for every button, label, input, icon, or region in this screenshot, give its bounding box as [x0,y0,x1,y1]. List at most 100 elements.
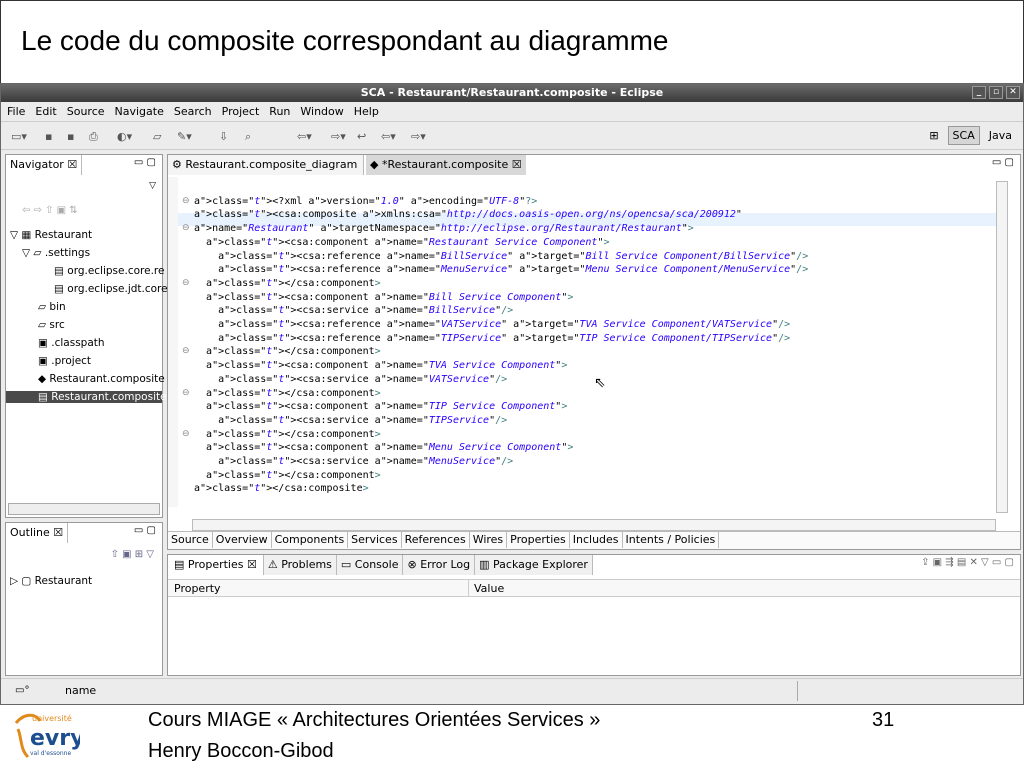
search-icon[interactable]: ⌕ [245,130,251,144]
tree-item-file[interactable]: ▤ org.eclipse.jdt.core [54,283,168,295]
tree-item-settings[interactable]: ▽ ▱ .settings [22,247,90,259]
menu-edit[interactable]: Edit [35,105,56,118]
minimize-panel-icon[interactable]: ▭ ▢ [134,157,156,168]
tab-error-log[interactable]: ⊗ Error Log [403,555,476,575]
tab-console[interactable]: ▭ Console [336,555,404,575]
outline-toolbar-icon[interactable]: ⇧ ▣ ⊞ ▽ [111,549,154,560]
view-menu-icon[interactable]: ▽ [149,181,156,191]
properties-panel: ▤ Properties ☒ ⚠ Problems ▭ Console ⊗ Er… [167,554,1021,676]
tree-item-project[interactable]: ▣ .project [38,355,91,367]
tab-package-explorer[interactable]: ▥ Package Explorer [475,555,593,575]
page-tab-properties[interactable]: Properties [507,532,570,548]
code-line: a">class="t"><csa:reference a">name="VAT… [218,319,791,331]
logo-top-text: université [32,713,72,723]
new-icon[interactable]: ▭▾ [11,130,27,143]
page-tab-components[interactable]: Components [272,532,349,548]
code-line: a">class="t"></csa:component> [206,469,381,481]
tree-item-composite-diagram[interactable]: ▤ Restaurant.composite [6,391,167,403]
nav-toolbar-icon[interactable]: ⇦ ⇨ ⇧ ▣ ⇅ [22,205,78,216]
save-all-icon[interactable]: ▪ [67,130,74,143]
code-line: a">class="t"><csa:component a">name="Bil… [206,291,574,303]
navigator-tab[interactable]: Navigator ☒ [6,155,83,175]
menu-project[interactable]: Project [222,105,260,118]
code-line: a">class="t"><csa:service a">name="TIPSe… [218,414,508,426]
outline-panel: Outline ☒ ▭ ▢ ⇧ ▣ ⊞ ▽ ▷ ▢ Restaurant [5,522,163,676]
page-tab-references[interactable]: References [402,532,470,548]
column-property[interactable]: Property [174,582,221,595]
properties-toolbar-icon[interactable]: ⇪ ▣ ⇶ ▤ ✕ ▽ ▭ ▢ [921,557,1014,568]
minimize-panel-icon[interactable]: ▭ ▢ [992,157,1014,168]
tab-problems[interactable]: ⚠ Problems [263,555,337,575]
fold-markers[interactable]: ⊖ ⊖ ⊖ ⊖ ⊖ ⊖ [182,181,190,441]
history-back-icon[interactable]: ↩ [357,130,366,143]
close-button[interactable]: ✕ [1006,86,1020,99]
code-line: a">class="t"></csa:component> [206,387,381,399]
tab-properties[interactable]: ▤ Properties ☒ [168,555,264,575]
run-icon[interactable]: ◐▾ [117,130,132,143]
print-icon[interactable]: ⎙ [89,130,98,144]
menu-file[interactable]: File [7,105,25,118]
menu-window[interactable]: Window [300,105,343,118]
save-icon[interactable]: ▪ [45,130,52,143]
editor-horizontal-scrollbar[interactable] [192,519,996,531]
footer-author: Henry Boccon-Gibod [148,740,334,762]
maximize-button[interactable]: ▫ [989,86,1003,99]
university-logo: université evry val d'essonne [10,709,84,765]
page-tab-wires[interactable]: Wires [470,532,508,548]
outline-item-restaurant[interactable]: ▷ ▢ Restaurant [10,575,92,587]
footer-course: Cours MIAGE « Architectures Orientées Se… [148,709,601,731]
open-folder-icon[interactable]: ▱ [153,130,161,143]
eclipse-window: SCA - Restaurant/Restaurant.composite - … [0,83,1024,705]
wand-icon[interactable]: ✎▾ [177,130,192,143]
slide-footer: université evry val d'essonne Cours MIAG… [0,705,1024,768]
nav-back-icon[interactable]: ⇦▾ [381,130,396,143]
page-tab-includes[interactable]: Includes [570,532,623,548]
status-text: name [65,684,97,697]
code-line: a">class="t"></csa:composite> [194,483,369,495]
horizontal-scrollbar[interactable] [8,503,160,515]
next-annotation-icon[interactable]: ⇩ [219,130,228,143]
tree-item-file[interactable]: ▤ org.eclipse.core.re [54,265,164,277]
perspective-java[interactable]: Java [984,126,1017,145]
code-line: a">class="t"><csa:composite a">xmlns:csa… [194,209,742,221]
menu-search[interactable]: Search [174,105,212,118]
tree-item-composite[interactable]: ◆ Restaurant.composite [38,373,165,385]
editor-ruler [168,177,178,507]
properties-table-header: Property Value [168,579,1020,597]
page-tab-source[interactable]: Source [168,532,213,548]
forward-arrow-icon[interactable]: ⇨▾ [331,130,346,143]
logo-sub-text: val d'essonne [30,750,71,757]
menu-navigate[interactable]: Navigate [115,105,164,118]
page-tab-services[interactable]: Services [348,532,402,548]
open-perspective-icon[interactable]: ⊞ [924,126,943,145]
window-title: SCA - Restaurant/Restaurant.composite - … [360,86,664,99]
code-line: a">class="t"><csa:component a">name="TIP… [206,401,568,413]
tab-composite-diagram[interactable]: ⚙ Restaurant.composite_diagram [168,155,364,175]
status-divider [797,681,798,701]
logo-main-text: evry [30,726,80,751]
back-arrow-icon[interactable]: ⇦▾ [297,130,312,143]
page-tab-overview[interactable]: Overview [213,532,272,548]
code-line: a">name="Restaurant" a">targetNamespace=… [194,223,694,235]
outline-tab[interactable]: Outline ☒ [6,523,69,543]
tree-item-restaurant[interactable]: ▽ ▦ Restaurant [10,229,92,241]
nav-forward-icon[interactable]: ⇨▾ [411,130,426,143]
menu-run[interactable]: Run [269,105,290,118]
code-line: a">class="t"><csa:reference a">name="Bil… [218,250,809,262]
status-bar: ▭° name [1,678,1023,704]
page-tab-intents-policies[interactable]: Intents / Policies [623,532,720,548]
minimize-button[interactable]: _ [972,86,986,99]
xml-source-code[interactable]: a">class="t"><?xml a">version="1.0" a">e… [194,181,808,524]
menu-help[interactable]: Help [354,105,379,118]
tree-item-bin[interactable]: ▱ bin [38,301,66,313]
tab-composite-source[interactable]: ◆ *Restaurant.composite ☒ [366,155,526,175]
perspective-sca[interactable]: SCA [947,126,980,145]
vertical-scrollbar[interactable] [996,181,1008,513]
menu-source[interactable]: Source [67,105,105,118]
tree-item-src[interactable]: ▱ src [38,319,65,331]
code-line: a">class="t"><?xml a">version="1.0" a">e… [194,195,538,207]
minimize-panel-icon[interactable]: ▭ ▢ [134,525,156,536]
code-line: a">class="t"><csa:reference a">name="TIP… [218,332,791,344]
tree-item-classpath[interactable]: ▣ .classpath [38,337,105,349]
column-value[interactable]: Value [474,582,504,595]
